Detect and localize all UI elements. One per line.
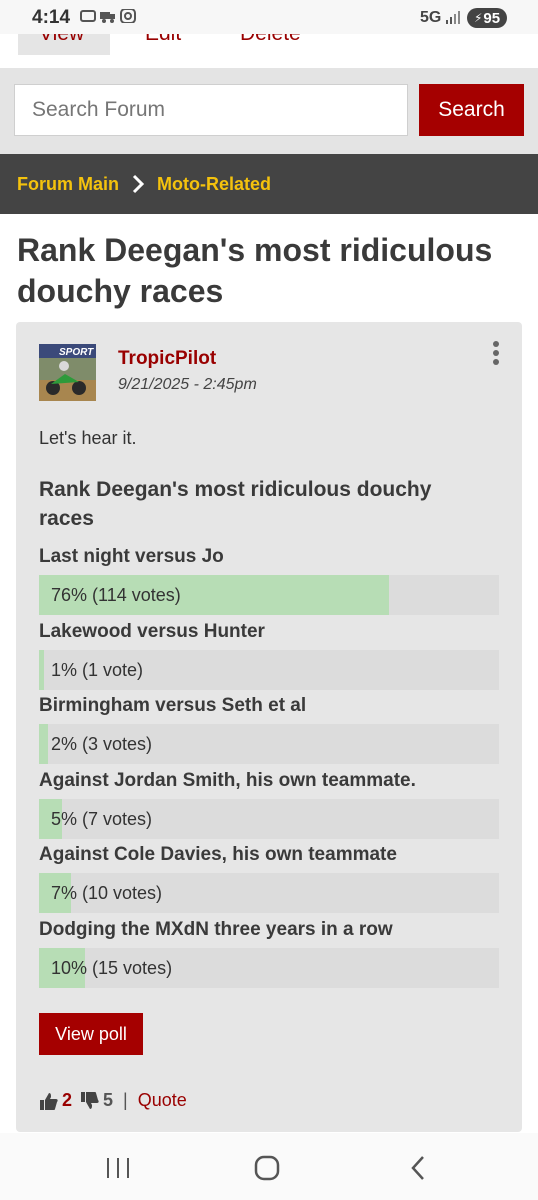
- poll-option-bar: 7% (10 votes): [39, 873, 499, 914]
- status-bar: 4:14 5G ⚡ 95: [0, 0, 538, 34]
- poll-option-result: 1% (1 vote): [51, 659, 144, 680]
- search-button[interactable]: Search: [419, 84, 524, 136]
- notification-icons: [80, 8, 136, 24]
- poll-option-bar: 1% (1 vote): [39, 649, 499, 690]
- breadcrumb-forum-main[interactable]: Forum Main: [17, 174, 119, 195]
- avatar-logo-text: SPORT: [59, 347, 94, 358]
- battery-indicator: ⚡ 95: [467, 8, 507, 28]
- tab-edit[interactable]: Edit: [145, 34, 181, 46]
- post-body: Let's hear it.: [39, 428, 137, 448]
- poll-option: Against Cole Davies, his own teammate 7%…: [39, 842, 499, 917]
- likes-count: 2: [62, 1090, 73, 1110]
- poll-option: Lakewood versus Hunter 1% (1 vote): [39, 619, 499, 694]
- poll-option: Birmingham versus Seth et al 2% (3 votes…: [39, 693, 499, 768]
- notification-icon: [80, 9, 96, 23]
- tab-view[interactable]: View: [18, 34, 110, 55]
- poll-option: Dodging the MXdN three years in a row 10…: [39, 917, 499, 992]
- recent-apps-icon[interactable]: [103, 1153, 133, 1183]
- network-type: 5G: [420, 9, 442, 26]
- poll-option: Against Jordan Smith, his own teammate. …: [39, 768, 499, 843]
- instagram-icon: [120, 8, 136, 24]
- action-divider: |: [123, 1090, 128, 1110]
- poll-option-label: Against Jordan Smith, his own teammate.: [39, 769, 416, 791]
- home-icon[interactable]: [252, 1153, 282, 1183]
- breadcrumb-moto-related[interactable]: Moto-Related: [157, 174, 271, 195]
- avatar[interactable]: SPORT: [39, 344, 96, 401]
- status-time: 4:14: [32, 7, 71, 28]
- view-poll-button[interactable]: View poll: [39, 1013, 143, 1055]
- chevron-right-icon: [131, 173, 145, 195]
- poll-option-bar: 5% (7 votes): [39, 798, 499, 839]
- poll-option-label: Birmingham versus Seth et al: [39, 695, 307, 717]
- post-date: 9/21/2025 - 2:45pm: [118, 376, 257, 393]
- breadcrumb: Forum Main Moto-Related: [0, 154, 538, 214]
- more-vertical-icon[interactable]: [490, 340, 502, 366]
- post-author[interactable]: TropicPilot: [118, 348, 216, 370]
- poll-option-result: 5% (7 votes): [51, 808, 153, 829]
- battery-bolt-icon: ⚡: [473, 11, 483, 25]
- poll-option-bar: 10% (15 votes): [39, 947, 499, 988]
- thread-title: Rank Deegan's most ridiculous douchy rac…: [17, 232, 493, 309]
- poll-option-label: Against Cole Davies, his own teammate: [39, 844, 397, 866]
- back-icon[interactable]: [404, 1153, 434, 1183]
- thumbs-up-icon[interactable]: [39, 1091, 59, 1111]
- poll-option-fill: [39, 724, 48, 765]
- battery-level: 95: [483, 9, 501, 27]
- poll-option-result: 76% (114 votes): [51, 585, 181, 605]
- post-tabs: View Edit Delete: [0, 34, 538, 68]
- post-actions: 2 5 | Quote: [39, 1090, 187, 1111]
- quote-link[interactable]: Quote: [138, 1090, 187, 1111]
- system-nav-bar: [0, 1133, 538, 1200]
- poll-question: Rank Deegan's most ridiculous douchy rac…: [39, 478, 432, 530]
- poll-option-bar: 2% (3 votes): [39, 724, 499, 765]
- tab-delete[interactable]: Delete: [240, 34, 301, 46]
- poll-options: Last night versus Jo 76% (114 votes) Lak…: [39, 544, 499, 992]
- poll-option-fill: [39, 649, 44, 690]
- truck-icon: [100, 9, 116, 23]
- signal-icon: [446, 10, 460, 24]
- poll-option-label: Lakewood versus Hunter: [39, 620, 265, 642]
- poll-option-result: 7% (10 votes): [51, 883, 163, 904]
- poll-option-result: 2% (3 votes): [51, 734, 153, 755]
- poll-option-result: 10% (15 votes): [51, 957, 173, 978]
- poll-option: Last night versus Jo 76% (114 votes): [39, 544, 499, 619]
- poll-option-bar: 76% (114 votes): [39, 575, 499, 615]
- search-bar: Search: [0, 68, 538, 154]
- post-card: SPORT TropicPilot 9/21/2025 - 2:45pm Let…: [16, 322, 522, 1132]
- dislikes-count: 5: [103, 1090, 114, 1110]
- search-input[interactable]: [14, 84, 408, 136]
- poll-option-label: Dodging the MXdN three years in a row: [39, 918, 393, 940]
- poll-option-label: Last night versus Jo: [39, 546, 224, 567]
- thumbs-down-icon[interactable]: [80, 1091, 100, 1111]
